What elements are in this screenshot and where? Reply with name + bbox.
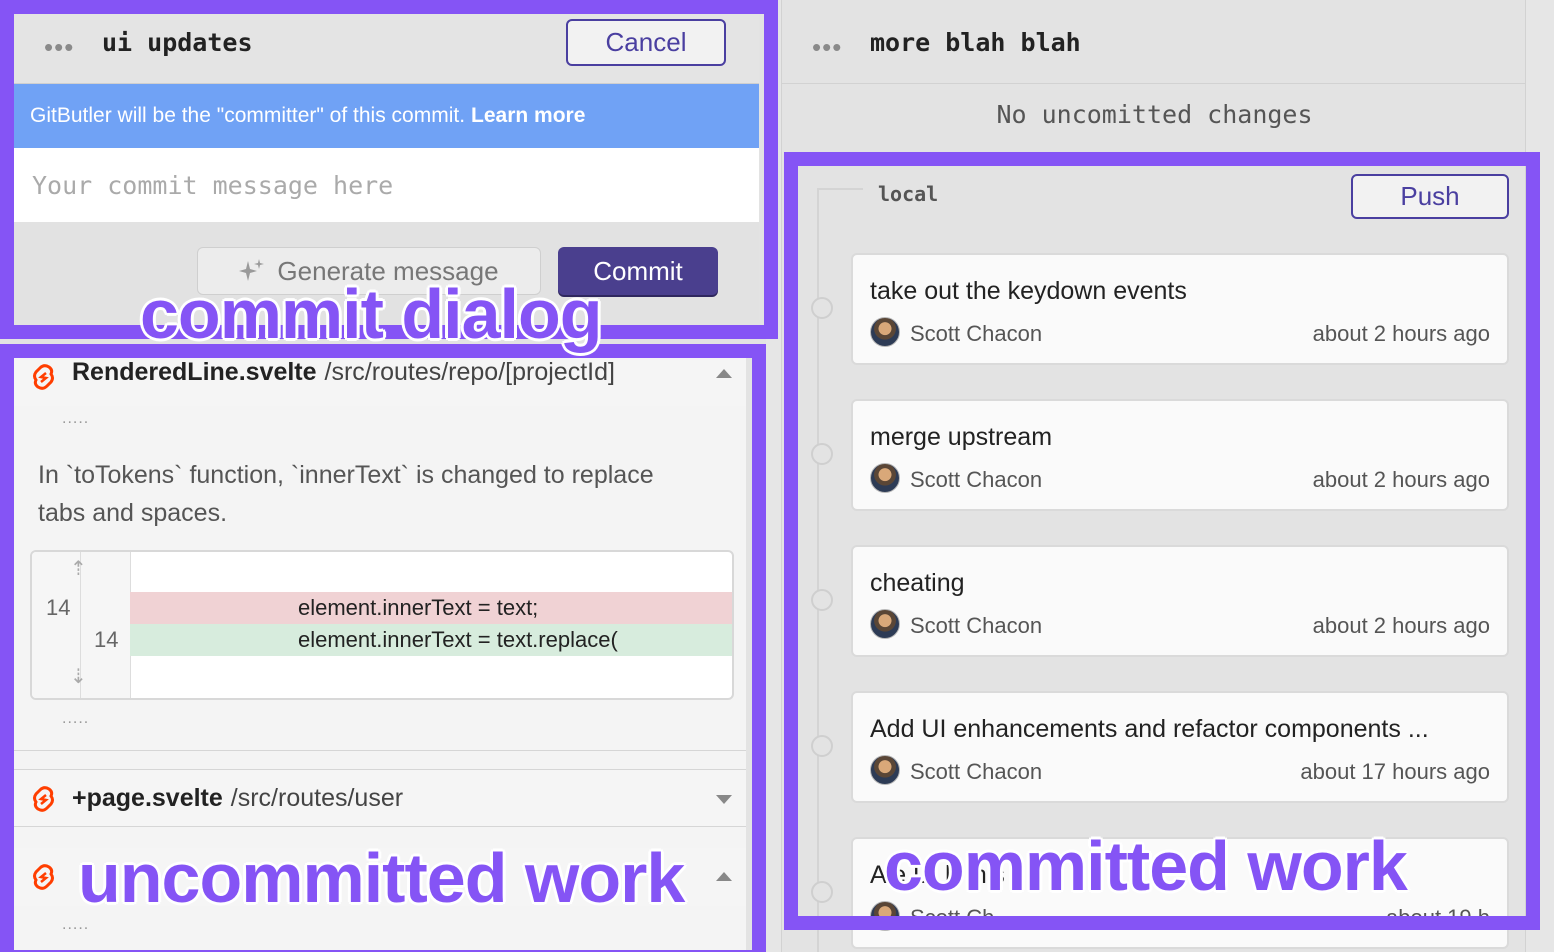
commit-timeline-top	[817, 188, 863, 190]
diff-ellipsis: .....	[62, 410, 90, 427]
lane-title[interactable]: more blah blah	[870, 28, 1081, 57]
commit-message: A e UI h this ...	[870, 861, 1033, 889]
diff-ellipsis: .....	[62, 916, 90, 933]
file-path: /src/routes/repo/[projectId]	[324, 358, 615, 386]
commit-time: about 19 h	[1386, 905, 1490, 930]
commit-node	[811, 297, 833, 319]
caret-down-icon[interactable]	[716, 795, 732, 804]
file-header-obscured[interactable]	[14, 848, 746, 906]
commit-card[interactable]: cheating Scott Chacon about 2 hours ago	[851, 545, 1509, 657]
commit-time: about 17 hours ago	[1300, 759, 1490, 784]
avatar	[870, 901, 900, 931]
commit-author: Scott Ch	[910, 905, 995, 930]
avatar	[870, 463, 900, 493]
generate-message-button[interactable]: Generate message	[197, 247, 541, 295]
uncommitted-files-panel: RenderedLine.svelte/src/routes/repo/[pro…	[14, 348, 746, 952]
svelte-icon	[33, 864, 54, 890]
commit-time: about 2 hours ago	[1312, 467, 1490, 492]
commit-card[interactable]: Add UI enhancements and refactor compone…	[851, 691, 1509, 803]
avatar	[870, 755, 900, 785]
file-divider	[14, 750, 746, 751]
local-branch-label: local	[878, 182, 939, 206]
new-line-number: 14	[94, 627, 119, 652]
diff-added-line: element.innerText = text.replace(	[130, 624, 732, 656]
commit-card[interactable]: merge upstream Scott Chacon about 2 hours …	[851, 399, 1509, 511]
svelte-icon	[33, 364, 54, 390]
avatar	[870, 609, 900, 639]
more-dots-icon[interactable]: •••	[812, 34, 842, 60]
sparkle-icon	[239, 259, 265, 281]
push-button[interactable]: Push	[1351, 174, 1509, 219]
committer-info-banner: GitButler will be the "committer" of thi…	[14, 84, 759, 148]
commit-time: about 2 hours ago	[1312, 613, 1490, 638]
commit-message: take out the keydown events	[870, 277, 1187, 305]
diff-removed-line: element.innerText = text;	[130, 592, 732, 624]
learn-more-link[interactable]: Learn more	[471, 104, 585, 128]
svelte-icon	[33, 786, 54, 812]
commit-node	[811, 881, 833, 903]
expand-down-icon[interactable]: ⇣	[70, 664, 87, 689]
commit-time: about 2 hours ago	[1312, 321, 1490, 346]
file-name: RenderedLine.svelte/src/routes/repo/[pro…	[72, 358, 615, 386]
avatar	[870, 317, 900, 347]
banner-text: GitButler will be the "committer" of thi…	[30, 104, 466, 127]
diff-ellipsis: .....	[62, 710, 90, 727]
commit-author: Scott Chacon	[910, 467, 1043, 492]
lane-header: ••• more blah blah	[782, 0, 1525, 84]
commit-author: Scott Chacon	[910, 759, 1043, 784]
change-summary: In `toTokens` function, `innerText` is c…	[38, 461, 654, 527]
commit-author: Scott Chacon	[910, 613, 1043, 638]
commit-message: merge upstream	[870, 423, 1053, 451]
commit-author: Scott Chacon	[910, 321, 1043, 346]
no-changes-message: No uncomitted changes	[996, 100, 1313, 129]
caret-up-icon[interactable]	[716, 872, 732, 881]
commit-message: cheating	[870, 569, 965, 597]
commit-message: Add UI enhancements and refactor compone…	[870, 715, 1429, 743]
diff-hunk: ⇡ 14 element.innerText = text; 14 elemen…	[30, 550, 734, 700]
file-header-page[interactable]: +page.svelte/src/routes/user	[14, 769, 746, 827]
commit-lane: ••• ui updates Cancel GitButler will be …	[0, 0, 766, 952]
caret-up-icon[interactable]	[716, 369, 732, 378]
commit-node	[811, 589, 833, 611]
old-line-number: 14	[46, 595, 71, 620]
commit-card[interactable]: take out the keydown events Scott Chacon a…	[851, 253, 1509, 365]
commit-card[interactable]: A e UI h this ... Scott Ch about 19 h	[851, 837, 1509, 949]
file-header-renderedline[interactable]: RenderedLine.svelte/src/routes/repo/[pro…	[14, 348, 746, 406]
commit-node	[811, 735, 833, 757]
generate-message-label: Generate message	[277, 255, 499, 286]
commit-node	[811, 443, 833, 465]
more-dots-icon[interactable]: •••	[44, 34, 74, 60]
file-path: /src/routes/user	[230, 784, 404, 812]
expand-up-icon[interactable]: ⇡	[70, 556, 87, 581]
commit-button[interactable]: Commit	[558, 247, 718, 295]
lane-title[interactable]: ui updates	[102, 28, 253, 57]
cancel-button[interactable]: Cancel	[566, 19, 726, 66]
file-name: +page.svelte/src/routes/user	[72, 784, 404, 812]
commit-message-input[interactable]	[14, 148, 759, 222]
